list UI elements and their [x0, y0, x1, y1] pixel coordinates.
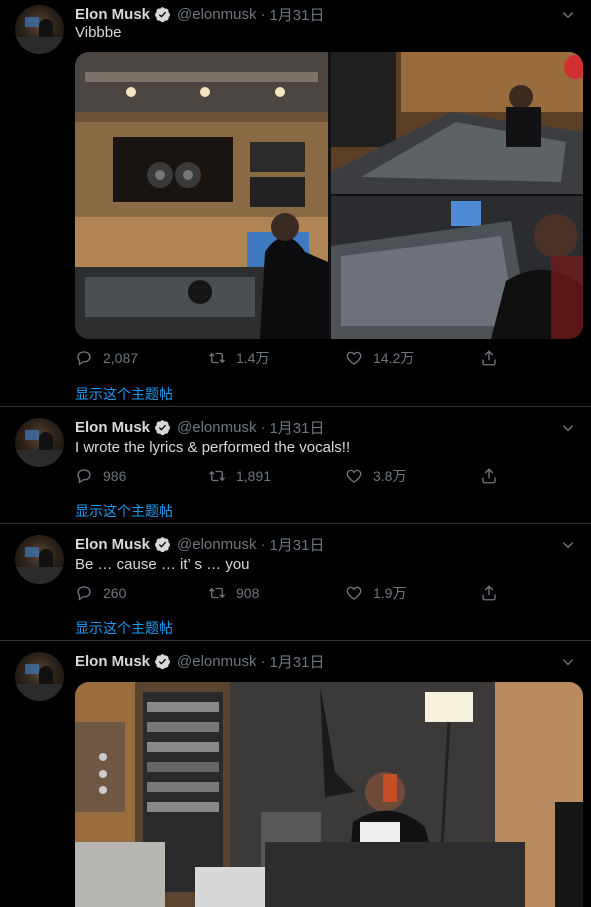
- tweet-text: Be … cause … it’ s … you: [75, 556, 250, 573]
- verified-badge-icon: [155, 6, 170, 22]
- chevron-down-icon[interactable]: [561, 655, 575, 669]
- avatar[interactable]: [15, 418, 64, 467]
- reply-icon: [77, 586, 91, 601]
- like-count: 3.8万: [373, 468, 407, 484]
- author-handle[interactable]: @elonmusk: [177, 536, 256, 553]
- studio-photo-3[interactable]: [331, 196, 583, 339]
- reply-button[interactable]: 260: [75, 583, 126, 603]
- reply-count: 260: [103, 585, 127, 601]
- avatar[interactable]: [15, 535, 64, 584]
- like-count: 14.2万: [373, 350, 415, 366]
- tweet[interactable]: Elon Musk @elonmusk · 1月31日 Be … cause ……: [0, 524, 591, 641]
- reply-icon: [77, 469, 91, 484]
- author-name[interactable]: Elon Musk: [75, 536, 150, 553]
- media-photo[interactable]: [75, 682, 583, 907]
- author-name[interactable]: Elon Musk: [75, 6, 150, 23]
- show-thread-link[interactable]: 显示这个主题帖: [75, 384, 173, 404]
- chevron-down-icon[interactable]: [561, 538, 575, 552]
- author-name[interactable]: Elon Musk: [75, 419, 150, 436]
- retweet-button[interactable]: 1.4万: [208, 348, 269, 368]
- tweet-date[interactable]: 1月31日: [269, 417, 324, 438]
- separator-dot: ·: [260, 652, 266, 670]
- share-button[interactable]: [480, 466, 508, 486]
- avatar[interactable]: [15, 5, 64, 54]
- tweet-date[interactable]: 1月31日: [269, 4, 324, 25]
- avatar[interactable]: [15, 652, 64, 701]
- tweet-date[interactable]: 1月31日: [269, 534, 324, 555]
- retweet-icon: [209, 587, 225, 599]
- chevron-down-icon[interactable]: [561, 421, 575, 435]
- chevron-down-icon[interactable]: [561, 8, 575, 22]
- studio-photo-1[interactable]: [75, 52, 328, 339]
- like-icon: [346, 586, 362, 600]
- tweet[interactable]: Elon Musk @elonmusk · 1月31日: [0, 641, 591, 907]
- studio-photo-2[interactable]: [331, 52, 583, 194]
- like-icon: [346, 351, 362, 365]
- share-icon: [482, 468, 496, 484]
- retweet-count: 908: [236, 585, 260, 601]
- studio-photo-4[interactable]: [75, 682, 583, 907]
- share-icon: [482, 585, 496, 601]
- author-handle[interactable]: @elonmusk: [177, 6, 256, 23]
- reply-button[interactable]: 986: [75, 466, 126, 486]
- share-icon: [482, 350, 496, 366]
- like-button[interactable]: 1.9万: [345, 583, 406, 603]
- reply-icon: [77, 351, 91, 366]
- tweet-date[interactable]: 1月31日: [269, 651, 324, 672]
- author-name[interactable]: Elon Musk: [75, 653, 150, 670]
- media-grid[interactable]: [75, 52, 583, 339]
- retweet-count: 1.4万: [236, 350, 270, 366]
- show-thread-link[interactable]: 显示这个主题帖: [75, 618, 173, 638]
- like-count: 1.9万: [373, 585, 407, 601]
- retweet-count: 1,891: [236, 468, 272, 484]
- separator-dot: ·: [260, 418, 266, 436]
- tweet-text: I wrote the lyrics & performed the vocal…: [75, 439, 351, 456]
- show-thread-link[interactable]: 显示这个主题帖: [75, 501, 173, 521]
- author-handle[interactable]: @elonmusk: [177, 653, 256, 670]
- reply-count: 986: [103, 468, 127, 484]
- tweet-text: Vibbbe: [75, 24, 122, 41]
- separator-dot: ·: [260, 535, 266, 553]
- verified-badge-icon: [155, 536, 170, 552]
- author-handle[interactable]: @elonmusk: [177, 419, 256, 436]
- tweet[interactable]: Elon Musk @elonmusk · 1月31日 I wrote the …: [0, 407, 591, 524]
- like-icon: [346, 469, 362, 483]
- reply-count: 2,087: [103, 350, 139, 366]
- tweet[interactable]: Elon Musk @elonmusk · 1月31日 Vibbbe 2,087…: [0, 0, 591, 407]
- separator-dot: ·: [260, 5, 266, 23]
- share-button[interactable]: [480, 348, 508, 368]
- like-button[interactable]: 3.8万: [345, 466, 406, 486]
- verified-badge-icon: [155, 419, 170, 435]
- retweet-button[interactable]: 1,891: [208, 466, 271, 486]
- verified-badge-icon: [155, 653, 170, 669]
- like-button[interactable]: 14.2万: [345, 348, 414, 368]
- share-button[interactable]: [480, 583, 508, 603]
- retweet-icon: [209, 352, 225, 364]
- retweet-button[interactable]: 908: [208, 583, 259, 603]
- reply-button[interactable]: 2,087: [75, 348, 138, 368]
- retweet-icon: [209, 470, 225, 482]
